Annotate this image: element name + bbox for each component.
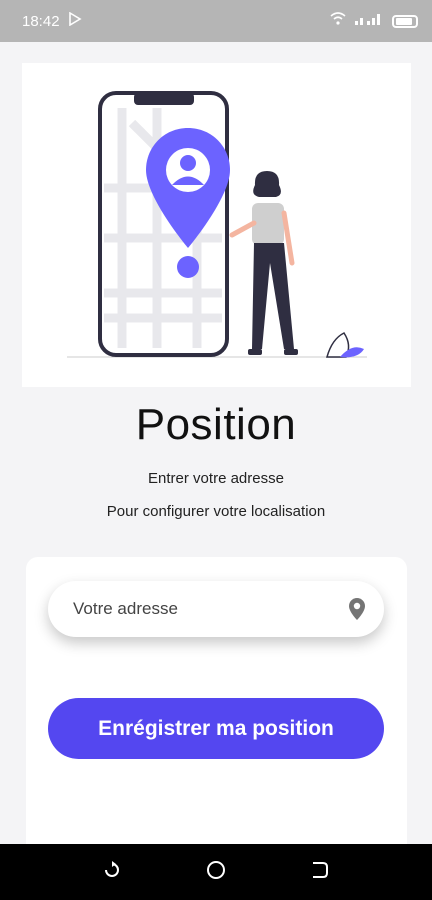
save-position-button[interactable]: Enrégistrer ma position (48, 698, 384, 759)
wifi-icon (330, 12, 346, 30)
navigation-bar (0, 844, 432, 900)
back-button[interactable] (300, 852, 340, 892)
recent-apps-button[interactable] (92, 852, 132, 892)
status-bar: 18:42 (0, 0, 432, 42)
back-icon (311, 861, 329, 884)
form-card: Enrégistrer ma position (26, 557, 407, 844)
status-time: 18:42 (22, 12, 60, 30)
address-input[interactable] (73, 599, 333, 619)
recent-apps-icon (103, 860, 121, 884)
location-pin-icon[interactable] (348, 597, 366, 621)
home-button[interactable] (196, 852, 236, 892)
subtitle-enter-address: Entrer votre adresse (148, 470, 284, 487)
home-icon (206, 860, 226, 885)
signal-icon (354, 12, 384, 30)
location-illustration (22, 63, 411, 387)
battery-icon (392, 14, 418, 28)
play-store-icon (68, 11, 82, 30)
address-field[interactable] (48, 581, 384, 637)
page-title: Position (135, 400, 297, 449)
subtitle-configure-location: Pour configurer votre localisation (106, 503, 326, 520)
